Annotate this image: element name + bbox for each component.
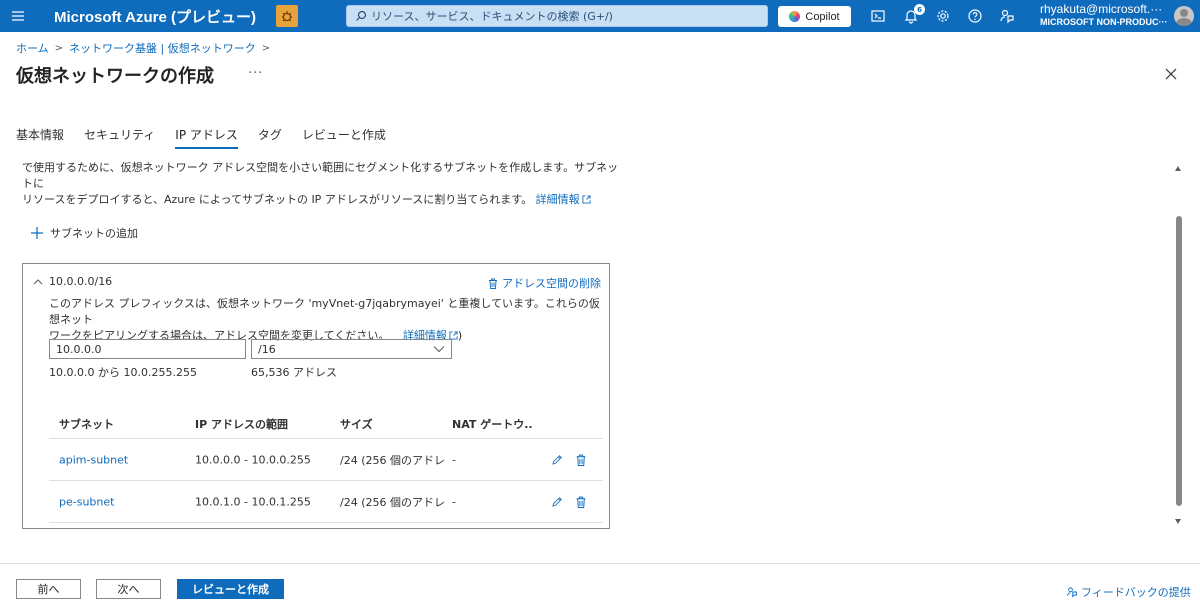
address-space-panel: 10.0.0.0/16 アドレス空間の削除 このアドレス プレフィックスは、仮想… <box>22 263 610 529</box>
copilot-button[interactable]: Copilot <box>778 6 851 27</box>
preview-feedback-button[interactable] <box>275 5 298 27</box>
give-feedback-link[interactable]: フィードバックの提供 <box>1066 584 1191 600</box>
cloud-shell-button[interactable] <box>868 6 888 26</box>
page-title: 仮想ネットワークの作成 <box>16 66 214 87</box>
external-link-icon <box>582 195 591 204</box>
feedback-icon <box>1067 587 1077 598</box>
address-space-header[interactable]: 10.0.0.0/16 <box>33 275 112 288</box>
prefix-value: /16 <box>258 342 276 356</box>
description-line-2: リソースをデプロイすると、Azure によってサブネットの IP アドレスがリソ… <box>22 193 533 206</box>
subnet-nat: - <box>452 495 456 508</box>
close-icon[interactable] <box>1163 66 1179 82</box>
give-feedback-label: フィードバックの提供 <box>1081 586 1191 599</box>
chevron-right-icon: > <box>54 42 64 54</box>
warning-tail: ) <box>457 329 463 342</box>
add-subnet-button[interactable]: サブネットの追加 <box>30 225 138 241</box>
scrollbar-thumb[interactable] <box>1176 216 1182 506</box>
trash-icon <box>489 278 497 289</box>
copilot-label: Copilot <box>805 10 840 23</box>
header-size: サイズ <box>340 417 373 431</box>
warning-line-1: このアドレス プレフィックスは、仮想ネットワーク 'myVnet-g7jqabr… <box>49 297 600 326</box>
cloud-shell-icon <box>871 10 885 22</box>
scroll-up-arrow[interactable] <box>1175 166 1181 171</box>
tab-ip-addresses[interactable]: IP アドレス <box>175 126 238 149</box>
subnet-name-link[interactable]: pe-subnet <box>59 495 189 508</box>
address-input[interactable] <box>49 339 246 359</box>
more-icon[interactable]: ··· <box>248 66 263 81</box>
learn-more-link[interactable]: 詳細情報 <box>536 193 580 206</box>
address-count-text: 65,536 アドレス <box>251 366 337 379</box>
subnet-size: /24 (256 個のアドレス <box>340 453 444 467</box>
tab-tags[interactable]: タグ <box>258 126 282 149</box>
edit-icon[interactable] <box>551 454 563 466</box>
subnet-nat: - <box>452 453 456 466</box>
account-tenant: MICROSOFT NON-PRODUC··· <box>1040 17 1168 27</box>
tab-security[interactable]: セキュリティ <box>84 126 155 149</box>
subnet-name-link[interactable]: apim-subnet <box>59 453 189 466</box>
gear-icon <box>937 10 949 22</box>
hamburger-menu-button[interactable] <box>0 0 36 32</box>
plus-icon <box>31 227 43 239</box>
notification-badge: 6 <box>914 4 925 15</box>
help-icon <box>968 9 982 23</box>
settings-button[interactable] <box>933 6 953 26</box>
account-info[interactable]: rhyakuta@microsoft.··· MICROSOFT NON-PRO… <box>1040 3 1170 29</box>
hamburger-icon <box>12 11 24 21</box>
search-placeholder: リソース、サービス、ドキュメントの検索 (G+/) <box>371 10 613 23</box>
header-nat-gateway: NAT ゲートウ... <box>452 417 532 431</box>
table-header: サブネット IP アドレスの範囲 サイズ NAT ゲートウ... <box>49 409 603 439</box>
wizard-tabs: 基本情報 セキュリティ IP アドレス タグ レビューと作成 <box>16 126 406 149</box>
delete-address-space-label: アドレス空間の削除 <box>502 277 601 290</box>
tab-review-create[interactable]: レビューと作成 <box>302 126 386 149</box>
previous-button[interactable]: 前へ <box>16 579 81 599</box>
chevron-down-icon <box>433 346 445 353</box>
row-actions <box>539 454 587 466</box>
header-ip-range: IP アドレスの範囲 <box>195 417 288 431</box>
description-text: で使用するために、仮想ネットワーク アドレス空間を小さい範囲にセグメント化するサ… <box>22 160 622 208</box>
feedback-top-button[interactable] <box>997 6 1017 26</box>
account-user: rhyakuta@microsoft.··· <box>1040 3 1163 16</box>
delete-address-space-button[interactable]: アドレス空間の削除 <box>488 275 601 291</box>
chevron-right-icon: > <box>261 42 271 54</box>
header-subnet: サブネット <box>59 417 114 431</box>
trash-icon[interactable] <box>575 454 587 466</box>
next-button[interactable]: 次へ <box>96 579 161 599</box>
brand-title[interactable]: Microsoft Azure (プレビュー) <box>54 6 256 27</box>
subnet-table: サブネット IP アドレスの範囲 サイズ NAT ゲートウ... apim-su… <box>49 409 603 523</box>
feedback-icon <box>1000 9 1014 24</box>
subnet-size: /24 (256 個のアドレス <box>340 495 444 509</box>
wizard-footer: 前へ 次へ レビューと作成 フィードバックの提供 <box>0 563 1200 615</box>
edit-icon[interactable] <box>551 496 563 508</box>
breadcrumb: ホーム > ネットワーク基盤 | 仮想ネットワーク > <box>16 40 276 56</box>
scroll-down-arrow[interactable] <box>1175 519 1181 524</box>
trash-icon[interactable] <box>575 496 587 508</box>
breadcrumb-network[interactable]: ネットワーク基盤 | 仮想ネットワーク <box>69 40 256 56</box>
address-range-text: 10.0.0.0 から 10.0.255.255 <box>49 366 197 379</box>
global-search-input[interactable]: リソース、サービス、ドキュメントの検索 (G+/) <box>346 5 768 27</box>
prefix-select[interactable]: /16 <box>251 339 452 359</box>
table-row: apim-subnet 10.0.0.0 - 10.0.0.255 /24 (2… <box>49 439 603 481</box>
address-space-cidr: 10.0.0.0/16 <box>49 275 113 288</box>
avatar[interactable] <box>1174 6 1194 26</box>
overlap-warning: このアドレス プレフィックスは、仮想ネットワーク 'myVnet-g7jqabr… <box>49 296 609 344</box>
content-scrollbar[interactable] <box>1172 160 1184 530</box>
table-row: pe-subnet 10.0.1.0 - 10.0.1.255 /24 (256… <box>49 481 603 523</box>
help-button[interactable] <box>965 6 985 26</box>
search-icon <box>356 10 367 21</box>
subnet-range: 10.0.1.0 - 10.0.1.255 <box>195 495 311 508</box>
bug-icon <box>281 11 292 22</box>
notifications-button[interactable]: 6 <box>901 4 925 26</box>
copilot-icon <box>789 11 801 22</box>
tab-basics[interactable]: 基本情報 <box>16 126 64 149</box>
review-create-button[interactable]: レビューと作成 <box>177 579 284 599</box>
chevron-up-icon <box>33 278 43 284</box>
row-actions <box>539 496 587 508</box>
description-line-1: で使用するために、仮想ネットワーク アドレス空間を小さい範囲にセグメント化するサ… <box>22 161 619 190</box>
add-subnet-label: サブネットの追加 <box>50 227 138 240</box>
subnet-range: 10.0.0.0 - 10.0.0.255 <box>195 453 311 466</box>
breadcrumb-home[interactable]: ホーム <box>16 40 49 56</box>
